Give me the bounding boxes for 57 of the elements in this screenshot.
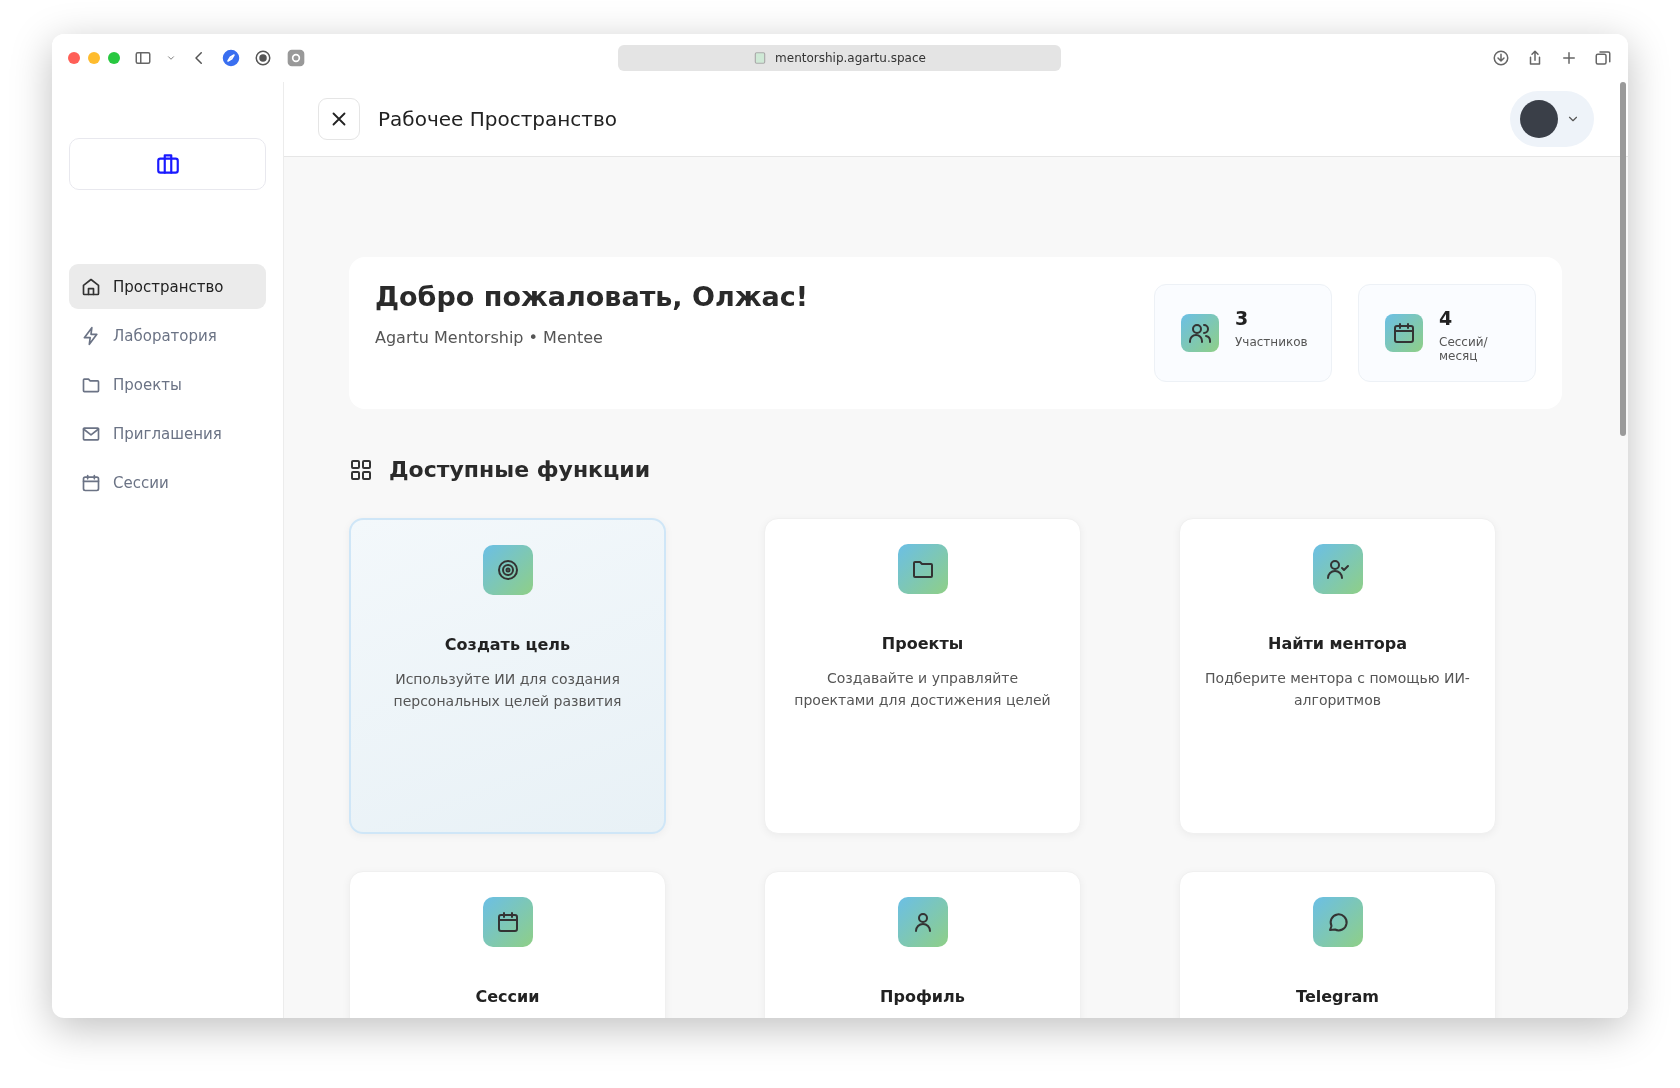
sidebar-item[interactable]: Пространство bbox=[69, 264, 266, 309]
feature-card[interactable]: Проекты Создавайте и управляйте проектами для достижения целей bbox=[764, 518, 1081, 834]
tabs-icon[interactable] bbox=[1594, 49, 1612, 67]
feature-card[interactable]: Создать цель Используйте ИИ для создания персональных целей развития bbox=[349, 518, 666, 834]
stat-label: Сессий/месяц bbox=[1439, 335, 1489, 363]
window-controls[interactable] bbox=[68, 52, 120, 64]
feature-title: Проекты bbox=[881, 634, 964, 653]
feature-card[interactable]: Сессии bbox=[349, 871, 666, 1018]
sidebar-item[interactable]: Проекты bbox=[69, 362, 266, 407]
feature-title: Создать цель bbox=[444, 635, 571, 654]
calendar-icon bbox=[81, 472, 101, 493]
feature-title: Профиль bbox=[880, 987, 965, 1006]
briefcase-icon bbox=[154, 151, 181, 177]
feature-title: Найти ментора bbox=[1268, 634, 1407, 653]
page-title: Рабочее Пространство bbox=[378, 107, 617, 131]
user-menu[interactable] bbox=[1510, 91, 1594, 147]
lightning-icon bbox=[81, 325, 101, 346]
grid-icon bbox=[349, 457, 373, 482]
page-icon bbox=[753, 51, 768, 65]
stat-value: 3 bbox=[1235, 307, 1250, 329]
sidebar-item[interactable]: Сессии bbox=[69, 460, 266, 505]
folder-icon bbox=[897, 544, 948, 594]
extension-icon[interactable] bbox=[286, 48, 306, 68]
sidebar-item[interactable]: Приглашения bbox=[69, 411, 266, 456]
feature-card[interactable]: Telegram bbox=[1179, 871, 1496, 1018]
sidebar-item[interactable]: Лаборатория bbox=[69, 313, 266, 358]
section-title: Доступные функции bbox=[389, 457, 651, 482]
feature-title: Сессии bbox=[475, 987, 540, 1006]
record-icon[interactable] bbox=[254, 49, 272, 67]
chevron-down-icon[interactable] bbox=[166, 53, 176, 63]
target-icon bbox=[482, 545, 533, 595]
feature-description: Используйте ИИ для создания персональных целей развития bbox=[392, 670, 623, 711]
feature-description: Подберите ментора с помощью ИИ-алгоритмов bbox=[1204, 669, 1471, 710]
avatar bbox=[1520, 100, 1558, 138]
user-check-icon bbox=[1312, 544, 1363, 594]
calendar-icon bbox=[482, 897, 533, 947]
feature-card[interactable]: Профиль bbox=[764, 871, 1081, 1018]
calendar-icon bbox=[1385, 314, 1423, 352]
logo-button[interactable] bbox=[69, 138, 266, 190]
sidebar-toggle-icon[interactable] bbox=[134, 49, 152, 67]
stat-value: 4 bbox=[1439, 307, 1454, 329]
plus-icon[interactable] bbox=[1560, 49, 1578, 67]
stat-label: Участников bbox=[1235, 335, 1308, 349]
close-button[interactable] bbox=[318, 98, 360, 140]
home-icon bbox=[81, 276, 101, 297]
user-icon bbox=[897, 897, 948, 947]
chat-bubble-icon bbox=[1312, 897, 1363, 947]
download-icon[interactable] bbox=[1492, 49, 1510, 67]
scrollbar[interactable] bbox=[1620, 82, 1626, 436]
people-icon bbox=[1181, 314, 1219, 352]
welcome-title: Добро пожаловать, Олжас! bbox=[375, 281, 809, 312]
compass-icon[interactable] bbox=[222, 49, 240, 67]
address-bar[interactable]: mentorship.agartu.space bbox=[618, 45, 1061, 71]
feature-description: Создавайте и управляйте проектами для достижения целей bbox=[793, 669, 1052, 710]
feature-card[interactable]: Найти ментора Подберите ментора с помощью ИИ-алгоритмов bbox=[1179, 518, 1496, 834]
welcome-subtitle: Agartu Mentorship • Mentee bbox=[375, 328, 604, 347]
feature-title: Telegram bbox=[1296, 987, 1379, 1006]
